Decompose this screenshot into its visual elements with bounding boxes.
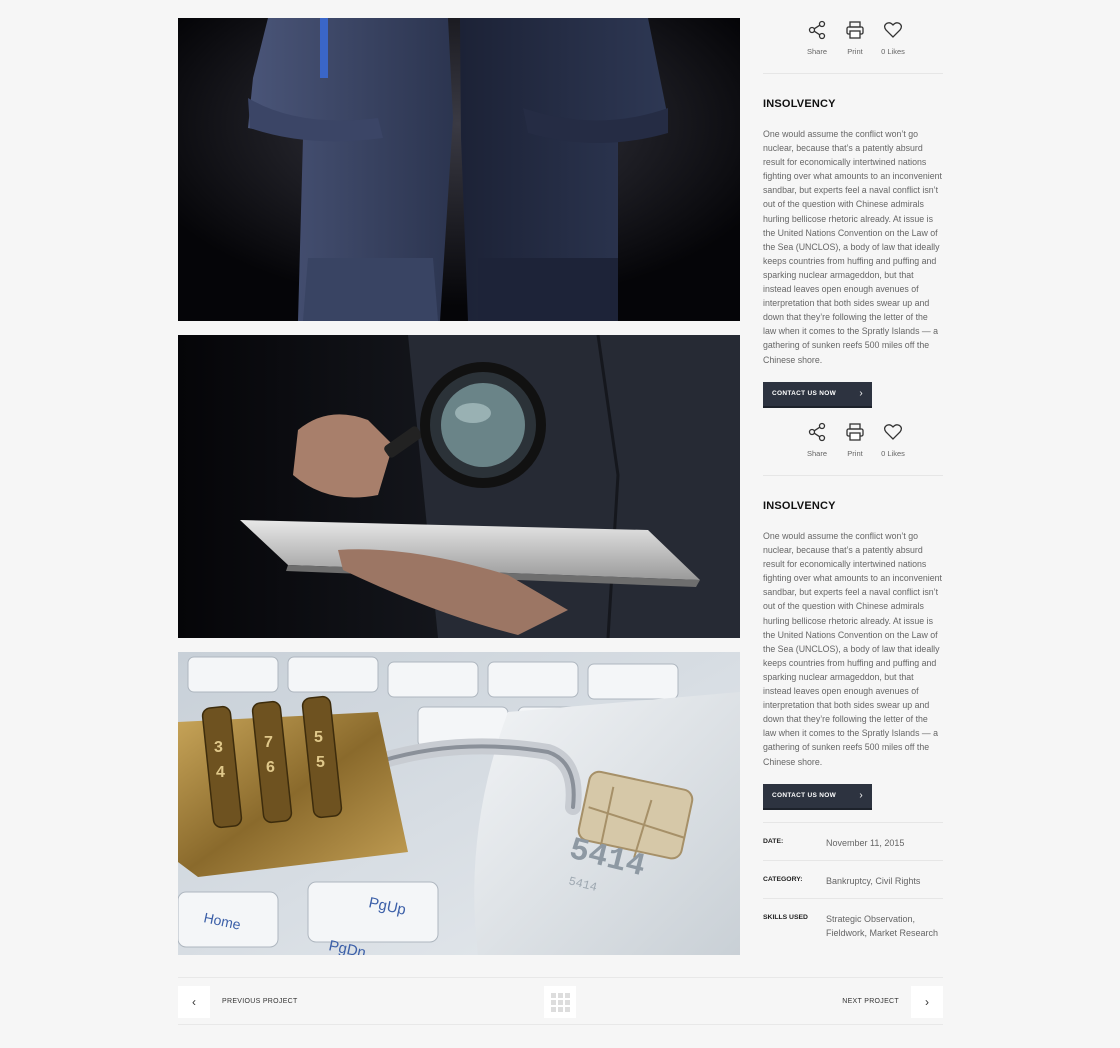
heart-icon	[883, 424, 903, 440]
meta-row-skills: SKILLS USED Strategic Observation, Field…	[763, 899, 943, 950]
description-text: One would assume the conflict won’t go n…	[763, 531, 942, 767]
svg-text:5: 5	[314, 729, 323, 746]
print-label: Print	[847, 449, 863, 458]
svg-text:4: 4	[216, 764, 225, 781]
chevron-left-icon: ‹	[192, 995, 196, 1009]
share-label: Share	[806, 47, 827, 56]
category-value: Bankruptcy, Civil Rights	[826, 875, 921, 886]
skills-label: SKILLS USED	[763, 913, 808, 921]
section-title: INSOLVENCY	[763, 500, 836, 512]
project-image-magnifier	[178, 335, 740, 638]
likes-label: 0 Likes	[881, 47, 905, 56]
previous-project-button[interactable]: ‹	[178, 986, 210, 1018]
description-text: One would assume the conflict won’t go n…	[763, 129, 942, 365]
share-icon	[808, 20, 826, 40]
project-info-block-1: Share Print 0 Likes INSOLVENCY One would…	[763, 18, 943, 410]
contact-us-label: CONTACT US NOW	[772, 390, 837, 398]
project-navigation: ‹ PREVIOUS PROJECT NEXT PROJECT ›	[178, 977, 943, 1025]
share-button[interactable]: Share	[805, 18, 829, 73]
printer-icon	[846, 21, 864, 39]
share-icon	[808, 422, 826, 442]
like-button[interactable]: 0 Likes	[881, 18, 905, 73]
contact-us-button[interactable]: CONTACT US NOW ›	[763, 381, 872, 408]
svg-text:7: 7	[264, 734, 273, 751]
print-button[interactable]: Print	[843, 18, 867, 73]
like-button[interactable]: 0 Likes	[881, 420, 905, 475]
project-image-businessmen	[178, 18, 740, 321]
share-button[interactable]: Share	[805, 420, 829, 475]
share-bar: Share Print 0 Likes	[763, 420, 943, 476]
chevron-right-icon: ›	[859, 388, 863, 400]
print-button[interactable]: Print	[843, 420, 867, 475]
print-label: Print	[847, 47, 863, 56]
meta-row-category: CATEGORY: Bankruptcy, Civil Rights	[763, 861, 943, 899]
date-label: DATE:	[763, 837, 784, 845]
skills-value: Strategic Observation, Fieldwork, Market…	[826, 913, 939, 938]
share-label: Share	[806, 449, 827, 458]
chevron-right-icon: ›	[925, 995, 929, 1009]
svg-text:5: 5	[316, 754, 325, 771]
likes-label: 0 Likes	[881, 449, 905, 458]
svg-text:6: 6	[266, 759, 275, 776]
grid-icon[interactable]	[544, 986, 576, 1018]
meta-row-date: DATE: November 11, 2015	[763, 823, 943, 861]
svg-text:3: 3	[214, 739, 223, 756]
section-title: INSOLVENCY	[763, 98, 836, 110]
project-image-padlock-card: Home PgUp PgDn 5414 5414 34 76 55	[178, 652, 740, 955]
printer-icon	[846, 423, 864, 441]
contact-us-button[interactable]: CONTACT US NOW ›	[763, 783, 872, 810]
project-info-block-2: Share Print 0 Likes INSOLVENCY One would…	[763, 420, 943, 950]
contact-us-label: CONTACT US NOW	[772, 792, 837, 800]
heart-icon	[883, 22, 903, 38]
next-project-button[interactable]: ›	[911, 986, 943, 1018]
project-meta-table: DATE: November 11, 2015 CATEGORY: Bankru…	[763, 821, 943, 950]
next-project-link[interactable]: NEXT PROJECT	[842, 998, 899, 1005]
share-bar: Share Print 0 Likes	[763, 18, 943, 74]
previous-project-link[interactable]: PREVIOUS PROJECT	[222, 998, 298, 1005]
date-value: November 11, 2015	[826, 837, 905, 848]
chevron-right-icon: ›	[859, 790, 863, 802]
category-label: CATEGORY:	[763, 875, 803, 883]
